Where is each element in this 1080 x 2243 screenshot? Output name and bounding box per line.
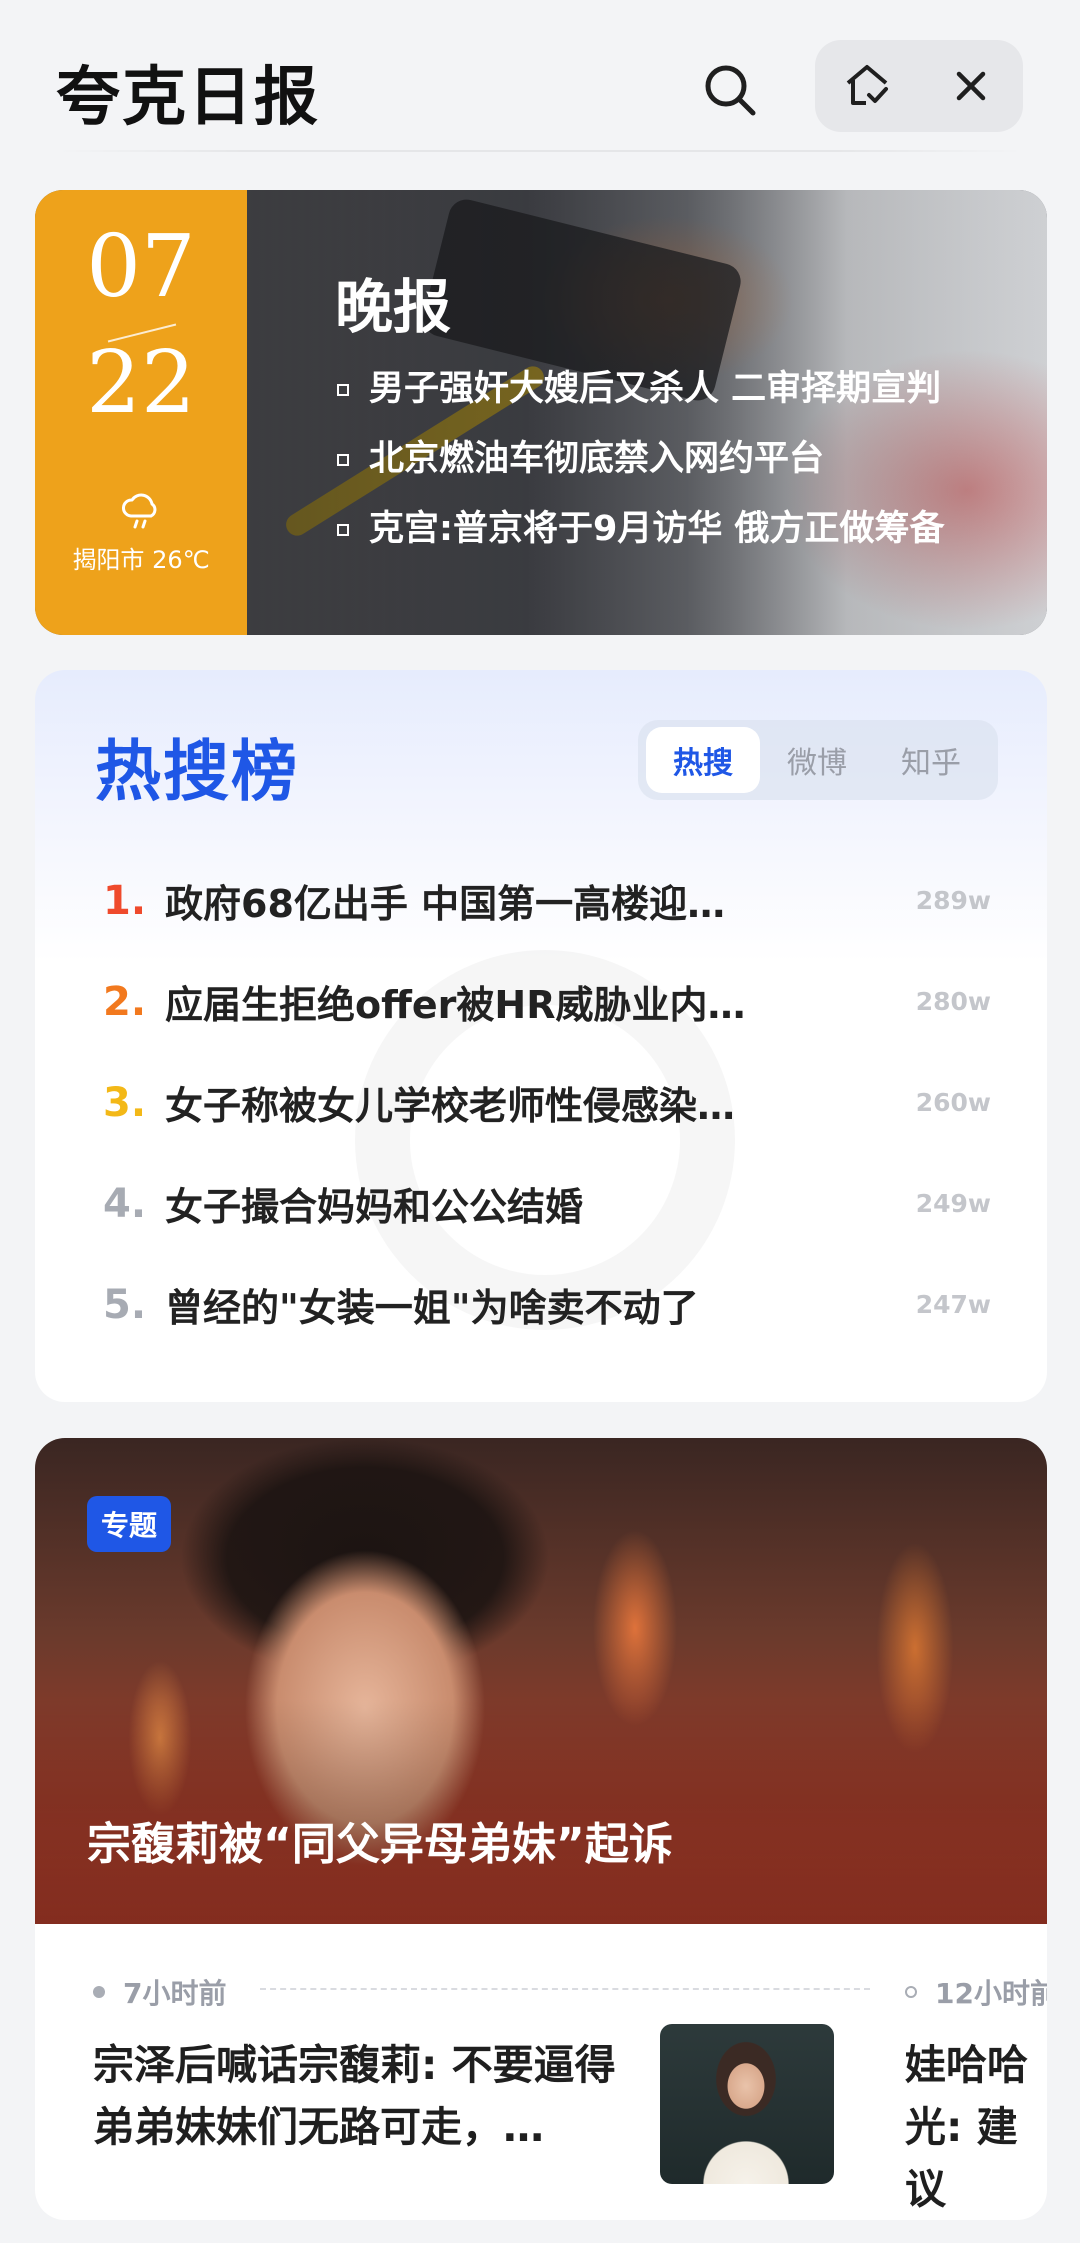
news-headline[interactable]: 娃哈哈光: 建议 (905, 2034, 1047, 2220)
hot-search-item[interactable]: 1. 政府68亿出手 中国第一高楼迎… 289w (35, 850, 1047, 951)
hot-search-list: 1. 政府68亿出手 中国第一高楼迎… 289w 2. 应届生拒绝offer被H… (35, 850, 1047, 1355)
weather-text: 揭阳市 26℃ (72, 546, 210, 574)
date-month: 07 (86, 217, 196, 317)
hot-search-text: 曾经的"女装一姐"为啥卖不动了 (165, 1286, 699, 1330)
tab-zhihu[interactable]: 知乎 (874, 727, 988, 793)
evening-title: 晚报 (335, 273, 452, 341)
evening-news-card[interactable]: 07 22 揭阳市 26℃ 晚报 男子强奸大嫂后又杀人 二审择期宣判 北京燃油车… (35, 190, 1047, 635)
rank-number: 3. (103, 1079, 147, 1126)
cloud-rain-icon (122, 493, 157, 529)
heat-count: 260w (915, 1088, 991, 1117)
hot-search-item[interactable]: 3. 女子称被女儿学校老师性侵感染… 260w (35, 1052, 1047, 1153)
evening-headline[interactable]: 克宫:普京将于9月访华 俄方正做筹备 (337, 490, 945, 560)
close-icon (956, 71, 986, 101)
topic-card: 专题 宗馥莉被“同父异母弟妹”起诉 7小时前 12小时前 宗泽后喊话宗馥莉: 不… (35, 1438, 1047, 2220)
hot-search-item[interactable]: 4. 女子撮合妈妈和公公结婚 249w (35, 1153, 1047, 1254)
search-icon (705, 65, 756, 116)
timeline-dot-icon (93, 1986, 105, 1998)
evening-headline-text: 男子强奸大嫂后又杀人 二审择期宣判 (369, 368, 942, 409)
app-title: 夸克日报 (56, 61, 320, 135)
evening-headline-text: 北京燃油车彻底禁入网约平台 (369, 438, 825, 479)
heat-count: 289w (915, 886, 991, 915)
news-time: 12小时前 (935, 1977, 1047, 2010)
evening-headline-text: 克宫:普京将于9月访华 俄方正做筹备 (369, 508, 945, 549)
hot-search-text: 政府68亿出手 中国第一高楼迎… (165, 882, 726, 926)
evening-headline[interactable]: 北京燃油车彻底禁入网约平台 (337, 420, 945, 490)
news-headline[interactable]: 宗泽后喊话宗馥莉: 不要逼得弟弟妹妹们无路可走，… (93, 2034, 653, 2158)
hot-search-card: 热搜榜 热搜 微博 知乎 1. 政府68亿出手 中国第一高楼迎… 289w 2.… (35, 670, 1047, 1402)
timeline-dot-icon (905, 1986, 917, 1998)
rank-number: 5. (103, 1281, 147, 1328)
heat-count: 249w (915, 1189, 991, 1218)
bullet-icon (337, 384, 349, 396)
rank-number: 2. (103, 978, 147, 1025)
topic-cover-photo[interactable]: 专题 宗馥莉被“同父异母弟妹”起诉 (35, 1438, 1047, 1924)
rank-number: 4. (103, 1180, 147, 1227)
mini-app-capsule (815, 40, 1023, 132)
topic-news-strip: 7小时前 12小时前 宗泽后喊话宗馥莉: 不要逼得弟弟妹妹们无路可走，… 娃哈哈… (35, 1924, 1047, 2220)
news-time-row: 12小时前 (905, 1972, 1047, 2012)
news-time: 7小时前 (123, 1977, 227, 2010)
home-check-icon (846, 65, 888, 105)
hot-search-title: 热搜榜 (95, 733, 299, 810)
bullet-icon (337, 454, 349, 466)
hot-search-item[interactable]: 2. 应届生拒绝offer被HR威胁业内… 280w (35, 951, 1047, 1052)
top-bar: 夸克日报 (0, 0, 1080, 170)
heat-count: 280w (915, 987, 991, 1016)
date-weather-block: 07 22 揭阳市 26℃ (35, 190, 247, 635)
hot-search-text: 应届生拒绝offer被HR威胁业内… (165, 983, 746, 1027)
hot-search-text: 女子称被女儿学校老师性侵感染… (165, 1084, 736, 1128)
hot-search-text: 女子撮合妈妈和公公结婚 (165, 1185, 584, 1229)
tab-weibo[interactable]: 微博 (760, 727, 874, 793)
hot-search-tabs: 热搜 微博 知乎 (638, 720, 998, 800)
date-day: 22 (86, 333, 196, 433)
close-button[interactable] (919, 40, 1023, 132)
news-headline-text: 娃哈哈光: 建议 (905, 2041, 1028, 2213)
rank-number: 1. (103, 877, 147, 924)
evening-headline[interactable]: 男子强奸大嫂后又杀人 二审择期宣判 (337, 350, 945, 420)
evening-headline-list: 男子强奸大嫂后又杀人 二审择期宣判 北京燃油车彻底禁入网约平台 克宫:普京将于9… (337, 350, 945, 560)
add-to-home-button[interactable] (815, 40, 919, 132)
news-thumbnail[interactable] (660, 2024, 834, 2184)
tab-hot-search[interactable]: 热搜 (646, 727, 760, 793)
hot-search-item[interactable]: 5. 曾经的"女装一姐"为啥卖不动了 247w (35, 1254, 1047, 1355)
bullet-icon (337, 524, 349, 536)
header-divider (56, 150, 1024, 152)
news-time-row: 7小时前 (93, 1972, 226, 2012)
topic-title: 宗馥莉被“同父异母弟妹”起诉 (87, 1819, 673, 1870)
heat-count: 247w (915, 1290, 991, 1319)
timeline-dashed-line (260, 1988, 870, 1990)
topic-badge: 专题 (87, 1496, 172, 1552)
search-button[interactable] (690, 50, 770, 130)
